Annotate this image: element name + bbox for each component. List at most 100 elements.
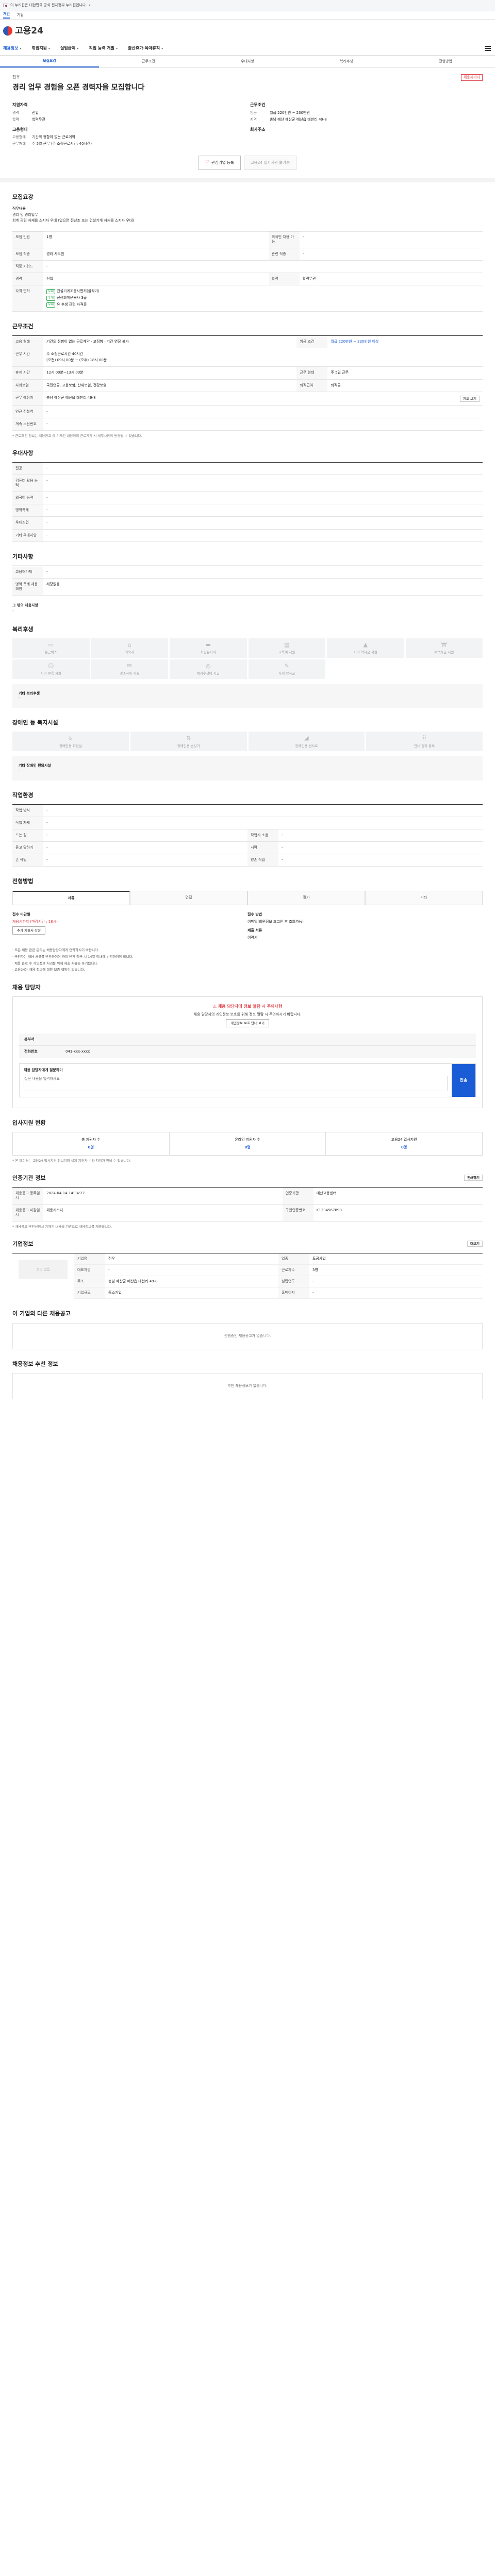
gov-notice-bar: 이 누리집은 대한민국 공식 전자정부 누리집입니다. ▾ [0,0,495,11]
car-icon: ▬ [205,641,211,648]
company-logo-placeholder: 로고 없음 [19,1260,68,1279]
apply-status-section: 입사지원 현황 총 지원자 수 0명 온라인 지원자 수 0명 고용24 입사지원 0… [0,1120,495,1163]
company-name[interactable]: 전우 [12,75,20,80]
warning-text: ⚠ 채용 담당자에 정보 열람 시 주의사항 [212,1004,283,1009]
benefit-grid: ▭ 통근버스 ⌂ 기숙사 ▬ 차량유지비 ▤ 교육비 지원 ▲ 자녀 학자금 지원 ₩ 주택… [12,638,483,679]
section-title: 모집요강 [12,194,34,201]
job-title: 경리 업무 경험을 오픈 경력자을 모집합니다 [12,83,145,92]
map-button[interactable]: 지도 보기 [460,395,480,402]
summary-emp-title: 고용형태 [12,127,28,132]
benefit-card: ▬ 차량유지비 [170,638,247,658]
money-icon: ₩ [441,641,447,648]
nav-unemployment[interactable]: 실업급여 ▾ [60,46,78,51]
info-section: 인증기관 정보 인쇄하기 채용공고 등록일시 2024-04-14 14:34:27… [0,1174,495,1229]
similar-jobs-section: 채용정보 추천 정보 추천 채용정보가 없습니다. [0,1361,495,1400]
pref-table: 전공 - 컴퓨터 활용 능력 - 외국어 능력 - 병역특례 - 우대조건 - 기타 우대… [12,462,483,542]
benefit-card: ▤ 교육비 지원 [248,638,325,658]
print-button[interactable]: 인쇄하기 [464,1174,483,1181]
tab-interview[interactable]: 면접 [130,890,248,905]
company-row: 전우 채용시까지 [0,68,495,82]
tab-etc[interactable]: 기타 [365,890,483,905]
elevator-icon: ⇅ [186,735,191,742]
benefit-section: 복리후생 ▭ 통근버스 ⌂ 기숙사 ▬ 차량유지비 ▤ 교육비 지원 ▲ 자녀 학자금 지… [0,626,495,708]
header: 고용24 [0,20,495,42]
braille-icon: ⠿ [422,735,427,742]
more-button[interactable]: 더보기 [467,1240,483,1247]
nav-job-info[interactable]: 채용정보 ▾ [3,46,21,51]
main-nav: 채용정보 ▾ 취업지원 ▾ 실업급여 ▾ 직업 능력 개발 ▾ 출산휴가·육아휴직 ▾ [0,42,495,56]
hamburger-menu-icon[interactable] [485,46,491,51]
chevron-down-icon: ▾ [77,46,79,50]
tab-individual[interactable]: 개인 [3,12,10,19]
tab-work[interactable]: 근무조건 [99,56,198,67]
detail-tabs: 모집요강 근무조건 우대사항 복리후생 전형방법 [0,56,495,68]
summary-addr-title: 회사주소 [250,127,266,132]
emblem-icon [3,26,12,36]
user-type-tabs: 개인 기업 [0,11,495,20]
nav-skill-dev[interactable]: 직업 능력 개발 ▾ [89,46,118,51]
coin-icon: ◎ [205,663,211,669]
add-resume-button[interactable]: 추가 지원서 작성 [12,926,45,935]
baby-icon: ☺ [48,663,54,669]
site-logo[interactable]: 고용24 [3,25,43,37]
tab-benefit[interactable]: 복리후생 [297,56,396,67]
house-icon: ⌂ [127,641,131,648]
benefit-card: ✎ 자녀 학자금 [248,659,325,679]
summary-work-title: 근무조건 [250,103,266,108]
benefit-card: ✉ 경조사비 지원 [91,659,168,679]
benefit-card: ₩ 주택자금 지원 [405,638,483,658]
scrap-company-button[interactable]: ♡ 관심기업 등록 [198,156,241,171]
work-table: 고용 형태 기간의 정함이 없는 근로계약 · 고정형 · 기간 연장 불가 임금 … [12,335,483,431]
other-section: 기타사항 고용허가제 - 병역 특례 채용 희망 해당없음 그 밖의 채용사항 - [0,553,495,615]
gift-icon: ✉ [127,663,132,669]
facility-card: ⠿ 안내 점자 블록 [366,732,483,752]
disability-section: 장애인 등 복지시설 ♿ 장애인용 화장실 ⇅ 장애인용 승강기 ◢ 장애인용 경사로… [0,719,495,781]
nav-parental-leave[interactable]: 출산휴가·육아휴직 ▾ [128,46,163,51]
graduate-icon: ✎ [284,663,289,669]
work-section: 근무조건 고용 형태 기간의 정함이 없는 근로계약 · 고정형 · 기간 연장 … [0,323,495,438]
benefit-card: ▭ 통근버스 [12,638,90,658]
chevron-down-icon[interactable]: ▾ [89,4,91,8]
company-section: 기업정보 더보기 로고 없음 기업명 전우 업종 토공사업 대표자명 - 근로자수 3명 주소… [0,1240,495,1299]
manager-section: 채용 담당자 ⚠ 채용 담당자에 정보 열람 시 주의사항 채용 담당자의 개인… [0,984,495,1108]
benefit-card: ☺ 자녀 보육 지원 [12,659,90,679]
inquiry-textarea[interactable] [24,1075,448,1091]
heart-icon: ♡ [205,160,209,165]
bus-icon: ▭ [48,641,54,648]
facility-card: ◢ 장애인용 경사로 [248,732,365,752]
benefit-card: ⌂ 기숙사 [91,638,168,658]
tab-written[interactable]: 필기 [248,890,365,905]
job-summary: 지원자격 경력 신입 학력 학력무관 고용형태 고용형태 기간의 정함이 없는 근로계… [0,97,495,148]
nav-employment-support[interactable]: 취업지원 ▾ [31,46,50,51]
tab-recruit[interactable]: 모집요강 [0,56,99,67]
send-button[interactable]: 전송 [452,1064,475,1097]
toilet-icon: ♿ [68,735,73,742]
book-icon: ▤ [284,641,290,648]
cap-icon: ▲ [363,641,368,648]
ramp-icon: ◢ [304,735,309,742]
footer [0,1399,495,1462]
other-jobs-section: 이 기업의 다른 채용공고 진행중인 채용공고가 없습니다. [0,1310,495,1349]
chevron-down-icon: ▾ [116,46,118,50]
summary-qualify-title: 지원자격 [12,103,28,108]
chevron-down-icon: ▾ [48,46,50,50]
deadline-badge: 채용시까지 [460,74,483,81]
recruit-section: 모집요강 직무내용 경리 및 경리업무 회계 관련 자재를 소지자 우대 (없으… [0,194,495,312]
facility-card: ⇅ 장애인용 승강기 [130,732,247,752]
env-section: 작업환경 작업 방식 - 작업 자세 - 드는 힘 - 작업시 소음 - 듣고 말하기 - 시… [0,792,495,867]
logo-text: 고용24 [15,25,43,36]
apply-button[interactable]: 고용24 입사지원 불가능 [243,156,297,171]
action-buttons: ♡ 관심기업 등록 고용24 입사지원 불가능 [0,148,495,183]
privacy-guide-button[interactable]: 개인정보 보호 안내 보기 [226,1019,269,1028]
tab-company[interactable]: 기업 [17,13,24,18]
gov-notice-text: 이 누리집은 대한민국 공식 전자정부 누리집입니다. [10,3,87,7]
tab-docs[interactable]: 서류 [12,890,130,905]
chevron-down-icon: ▾ [20,46,22,50]
benefit-card: ▲ 자녀 학자금 지원 [327,638,404,658]
benefit-card: ◎ 복리후생비 지급 [170,659,247,679]
tab-pref[interactable]: 우대사항 [198,56,297,67]
recruit-table: 모집 인원 1명 외국인 채용 가능 - 모집 직종 경리 사무원 관련 직종 - 직종 키… [12,230,483,312]
tab-selection[interactable]: 전형방법 [396,56,495,67]
selection-section: 전형방법 서류 면접 필기 기타 접수 마감일 채용시까지 (마감시간 : 18… [0,878,495,973]
facility-card: ♿ 장애인용 화장실 [12,732,129,752]
